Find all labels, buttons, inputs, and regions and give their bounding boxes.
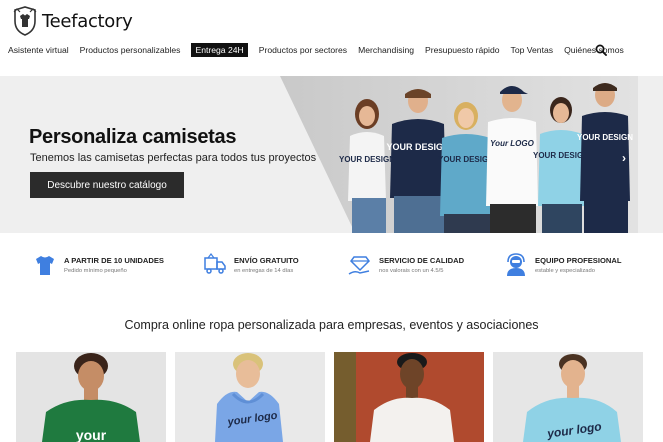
feature-subtitle: en entregas de 14 días bbox=[234, 268, 294, 274]
site-header: Teefactory bbox=[0, 0, 663, 42]
feature-subtitle: Pedido mínimo pequeño bbox=[64, 268, 127, 274]
white-tshirt-model bbox=[334, 352, 484, 442]
product-card-lightblue-tshirt[interactable]: your logo bbox=[493, 352, 643, 442]
shirt-print-3: YOUR DESIGN bbox=[438, 155, 494, 164]
delivery-truck-icon bbox=[204, 253, 226, 274]
chevron-right-icon[interactable]: › bbox=[622, 151, 626, 165]
feature-title: EQUIPO PROFESIONAL bbox=[535, 256, 622, 265]
product-card-white-tshirt[interactable] bbox=[334, 352, 484, 442]
product-card-blue-hoodie[interactable]: your logo bbox=[175, 352, 325, 442]
product-card-green-tshirt[interactable]: your bbox=[16, 352, 166, 442]
feature-subtitle: nos valorais con un 4.5/5 bbox=[379, 268, 444, 274]
brand-name: Teefactory bbox=[42, 10, 133, 32]
nav-item-entrega[interactable]: Entrega 24H bbox=[191, 43, 248, 57]
shirt-print-6: YOUR DESIGN bbox=[577, 133, 633, 142]
features-bar: A PARTIR DE 10 UNIDADES Pedido mínimo pe… bbox=[0, 252, 663, 282]
shirt-print-4: Your LOGO bbox=[490, 139, 534, 148]
feature-title: ENVÍO GRATUITO bbox=[234, 256, 299, 265]
search-icon[interactable] bbox=[595, 44, 607, 56]
diamond-hand-icon bbox=[348, 256, 370, 275]
green-tshirt-model: your bbox=[16, 352, 166, 442]
nav-item-quienes-somos[interactable]: Quiénes somos bbox=[564, 43, 624, 57]
tshirt-icon bbox=[36, 256, 54, 275]
main-nav: Asistente virtual Productos personalizab… bbox=[8, 42, 635, 58]
shield-crest-icon bbox=[13, 6, 37, 36]
shirt-print-2: YOUR DESIGN bbox=[386, 142, 449, 152]
product-grid: your your logo your logo bbox=[0, 352, 663, 442]
shirt-print-5: YOUR DESIGN bbox=[533, 151, 589, 160]
hero-subtitle: Tenemos las camisetas perfectas para tod… bbox=[30, 152, 317, 164]
nav-item-presupuesto[interactable]: Presupuesto rápido bbox=[425, 43, 500, 57]
feature-quality: SERVICIO DE CALIDAD nos valorais con un … bbox=[347, 252, 464, 278]
hero-banner: YOUR DESIGN YOUR DESIGN YOUR DESIGN Your… bbox=[0, 76, 663, 233]
lightblue-tshirt-model: your logo bbox=[493, 352, 643, 442]
blue-hoodie-model: your logo bbox=[175, 352, 325, 442]
section-title: Compra online ropa personalizada para em… bbox=[124, 318, 539, 332]
hero-title: Personaliza camisetas bbox=[29, 126, 237, 148]
feature-min-units: A PARTIR DE 10 UNIDADES Pedido mínimo pe… bbox=[32, 252, 164, 278]
feature-title: A PARTIR DE 10 UNIDADES bbox=[64, 256, 164, 265]
shirt-print-1: YOUR DESIGN bbox=[339, 155, 395, 164]
feature-subtitle: estable y especializado bbox=[535, 268, 595, 274]
feature-team: EQUIPO PROFESIONAL estable y especializa… bbox=[503, 252, 622, 278]
nav-item-merchandising[interactable]: Merchandising bbox=[358, 43, 414, 57]
feature-title: SERVICIO DE CALIDAD bbox=[379, 256, 465, 265]
hero-models-photo: YOUR DESIGN YOUR DESIGN YOUR DESIGN Your… bbox=[280, 76, 638, 233]
nav-item-asistente[interactable]: Asistente virtual bbox=[8, 43, 69, 57]
product-print: your bbox=[76, 427, 107, 442]
support-agent-icon bbox=[507, 253, 525, 276]
nav-item-productos[interactable]: Productos personalizables bbox=[80, 43, 181, 57]
feature-free-shipping: ENVÍO GRATUITO en entregas de 14 días bbox=[202, 252, 299, 278]
nav-item-top-ventas[interactable]: Top Ventas bbox=[511, 43, 554, 57]
brand-logo[interactable]: Teefactory bbox=[12, 6, 133, 36]
nav-item-sectores[interactable]: Productos por sectores bbox=[259, 43, 347, 57]
catalog-button[interactable]: Descubre nuestro catálogo bbox=[30, 172, 184, 198]
